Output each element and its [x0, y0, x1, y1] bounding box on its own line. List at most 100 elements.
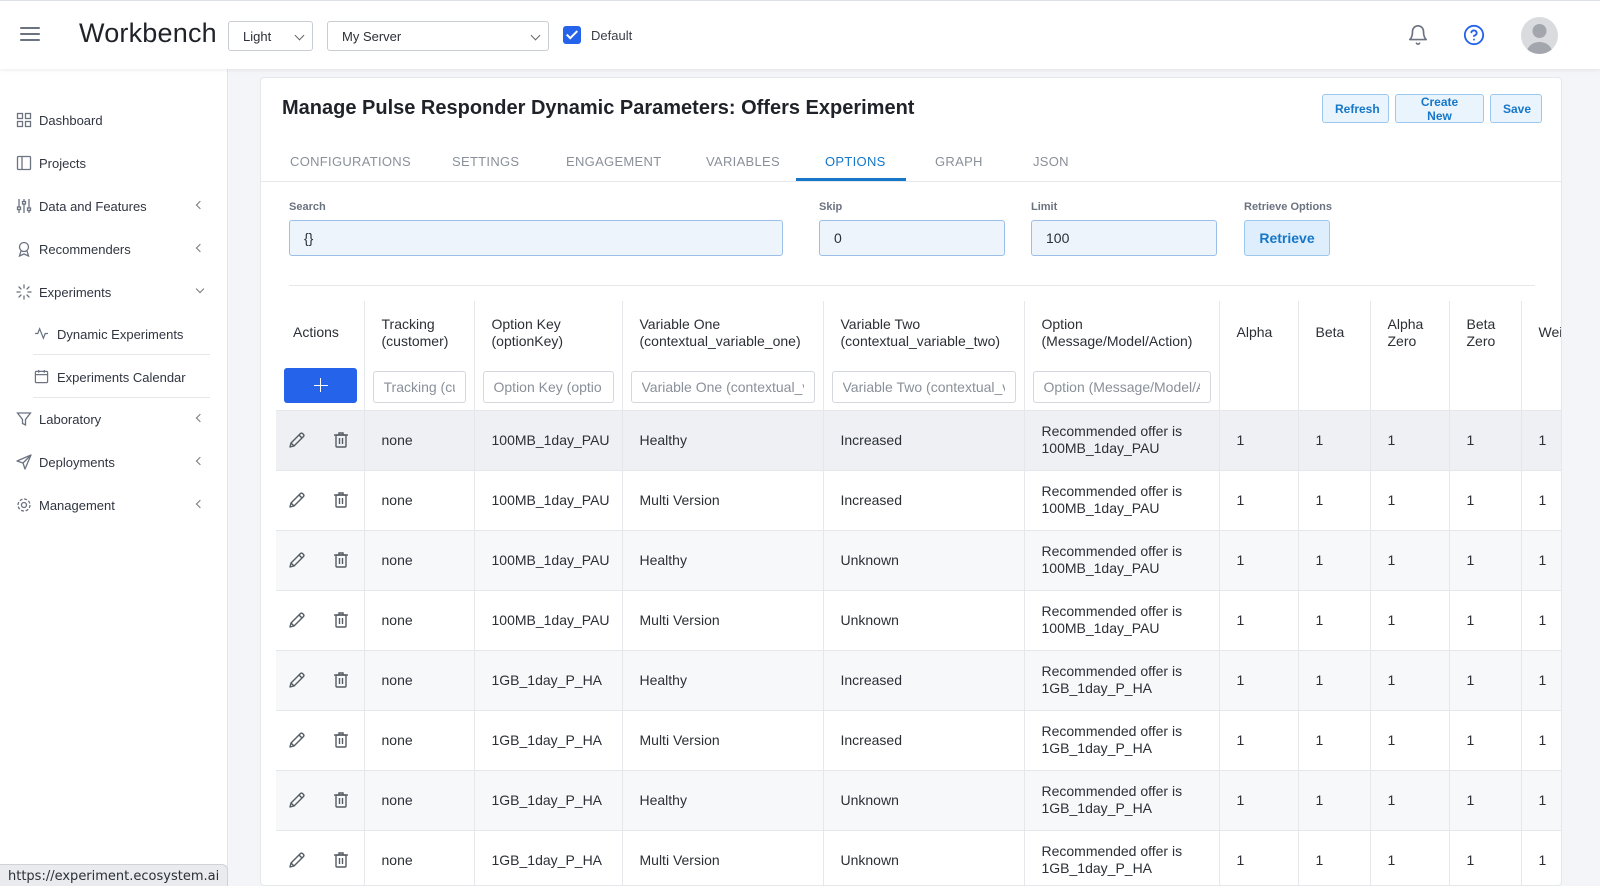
sidebar-item-recommenders[interactable]: Recommenders	[0, 231, 227, 267]
edit-pencil-icon[interactable]	[287, 550, 307, 570]
default-checkbox[interactable]	[563, 26, 581, 44]
brand-title: Workbench	[79, 18, 217, 48]
dashboard-icon	[16, 112, 32, 128]
delete-trash-icon[interactable]	[331, 670, 351, 690]
tab-engagement[interactable]: ENGAGEMENT	[566, 154, 661, 169]
edit-pencil-icon[interactable]	[287, 790, 307, 810]
variable-one-filter-input[interactable]	[630, 370, 815, 403]
refresh-button[interactable]: Refresh	[1322, 94, 1389, 123]
cell-alpha: 1	[1219, 590, 1299, 650]
col-alpha-header[interactable]: Alpha	[1219, 301, 1299, 364]
delete-trash-icon[interactable]	[331, 850, 351, 870]
variable-two-filter-input[interactable]	[831, 370, 1016, 403]
page-title: Manage Pulse Responder Dynamic Parameter…	[282, 97, 915, 119]
cell-text: Healthy	[639, 551, 687, 568]
limit-input[interactable]	[1031, 220, 1217, 256]
edit-pencil-icon[interactable]	[287, 430, 307, 450]
table-row[interactable]: none 1GB_1day_P_HA Healthy Increased Rec…	[276, 650, 1561, 710]
col-tracking-header[interactable]: Tracking (customer)	[364, 301, 475, 364]
edit-pencil-icon[interactable]	[287, 850, 307, 870]
col-option-key-header[interactable]: Option Key (optionKey)	[474, 301, 623, 364]
cell-text: 1	[1466, 611, 1475, 628]
chevron-left-icon	[195, 413, 205, 423]
cell-option: Recommended offer is 1GB_1day_P_HA	[1024, 710, 1220, 770]
cell-text: 1	[1315, 431, 1324, 448]
table-row[interactable]: none 100MB_1day_PAU Multi Version Increa…	[276, 470, 1561, 530]
tab-settings[interactable]: SETTINGS	[452, 154, 519, 169]
retrieve-button[interactable]: Retrieve	[1244, 220, 1330, 256]
sidebar-item-dynamic-experiments[interactable]: Dynamic Experiments	[0, 316, 227, 352]
col-option-header[interactable]: Option (Message/Model/Action)	[1024, 301, 1220, 364]
table-row[interactable]: none 1GB_1day_P_HA Multi Version Unknown…	[276, 830, 1561, 885]
delete-trash-icon[interactable]	[331, 430, 351, 450]
sidebar-item-dashboard[interactable]: Dashboard	[0, 102, 227, 138]
delete-trash-icon[interactable]	[331, 790, 351, 810]
cell-option-key: 1GB_1day_P_HA	[474, 770, 623, 830]
options-table-container[interactable]: Actions Tracking (customer) Option Key (op…	[276, 301, 1561, 885]
bell-icon[interactable]	[1407, 24, 1429, 46]
table-row[interactable]: none 1GB_1day_P_HA Multi Version Increas…	[276, 710, 1561, 770]
col-beta-zero-header[interactable]: Beta Zero	[1449, 301, 1522, 364]
tab-variables[interactable]: VARIABLES	[706, 154, 780, 169]
tab-configurations[interactable]: CONFIGURATIONS	[290, 154, 411, 169]
cell-text: Increased	[840, 491, 902, 508]
cell-text: Recommended offer is	[1041, 603, 1183, 619]
add-option-button[interactable]	[284, 367, 357, 403]
tab-bar: CONFIGURATIONS SETTINGS ENGAGEMENT VARIA…	[261, 144, 1561, 182]
user-icon	[1526, 24, 1553, 54]
skip-input[interactable]	[819, 220, 1005, 256]
save-button[interactable]: Save	[1490, 94, 1542, 123]
server-select[interactable]: My Server	[327, 21, 549, 51]
table-row[interactable]: none 1GB_1day_P_HA Healthy Unknown Recom…	[276, 770, 1561, 830]
col-beta-header[interactable]: Beta	[1298, 301, 1371, 364]
option-key-filter-input[interactable]	[482, 370, 614, 403]
edit-pencil-icon[interactable]	[287, 490, 307, 510]
edit-pencil-icon[interactable]	[287, 670, 307, 690]
tab-graph[interactable]: GRAPH	[935, 154, 983, 169]
delete-trash-icon[interactable]	[331, 550, 351, 570]
sidebar-item-experiments[interactable]: Experiments	[0, 274, 227, 310]
sidebar-item-label: Dynamic Experiments	[57, 327, 184, 342]
options-table: Actions Tracking (customer) Option Key (op…	[276, 301, 1561, 885]
tab-options[interactable]: OPTIONS	[825, 154, 886, 169]
sidebar-item-experiments-calendar[interactable]: Experiments Calendar	[0, 359, 227, 395]
tracking-filter-input[interactable]	[372, 370, 466, 403]
create-new-button[interactable]: Create New	[1395, 94, 1484, 123]
table-row[interactable]: none 100MB_1day_PAU Healthy Increased Re…	[276, 410, 1561, 470]
search-input[interactable]	[289, 220, 783, 256]
tab-json[interactable]: JSON	[1033, 154, 1069, 169]
help-icon[interactable]	[1463, 24, 1485, 46]
cell-text: Recommended offer is	[1041, 783, 1183, 799]
col-alpha-zero-header[interactable]: Alpha Zero	[1370, 301, 1450, 364]
sidebar-item-data-and-features[interactable]: Data and Features	[0, 188, 227, 224]
menu-icon[interactable]	[20, 27, 40, 43]
loader-icon	[16, 284, 32, 300]
edit-pencil-icon[interactable]	[287, 610, 307, 630]
sidebar-item-projects[interactable]: Projects	[0, 145, 227, 181]
delete-trash-icon[interactable]	[331, 730, 351, 750]
cell-text: none	[381, 671, 413, 688]
cell-weight: 1	[1521, 470, 1561, 530]
sidebar-item-deployments[interactable]: Deployments	[0, 444, 227, 480]
edit-pencil-icon[interactable]	[287, 730, 307, 750]
option-filter-input[interactable]	[1032, 370, 1211, 403]
delete-trash-icon[interactable]	[331, 610, 351, 630]
sidebar-item-label: Data and Features	[39, 199, 147, 214]
cell-text: 1	[1315, 551, 1324, 568]
table-row[interactable]: none 100MB_1day_PAU Multi Version Unknow…	[276, 590, 1561, 650]
sidebar-item-laboratory[interactable]: Laboratory	[0, 401, 227, 437]
col-weight-header[interactable]: Wei	[1521, 301, 1561, 364]
delete-trash-icon[interactable]	[331, 490, 351, 510]
avatar[interactable]	[1521, 17, 1558, 54]
cell-text: 1	[1315, 491, 1324, 508]
cell-text: none	[381, 731, 413, 748]
sidebar-item-management[interactable]: Management	[0, 487, 227, 523]
theme-select[interactable]: Light	[228, 21, 313, 51]
col-variable-one-header[interactable]: Variable One (contextual_variable_one)	[622, 301, 824, 364]
cell-text: 100MB_1day_PAU	[491, 431, 610, 448]
cell-text: 1GB_1day_P_HA	[491, 791, 603, 808]
col-variable-two-header[interactable]: Variable Two (contextual_variable_two)	[823, 301, 1025, 364]
cell-option: Recommended offer is 100MB_1day_PAU	[1024, 470, 1220, 530]
table-row[interactable]: none 100MB_1day_PAU Healthy Unknown Reco…	[276, 530, 1561, 590]
table-filter-row	[276, 364, 1561, 410]
